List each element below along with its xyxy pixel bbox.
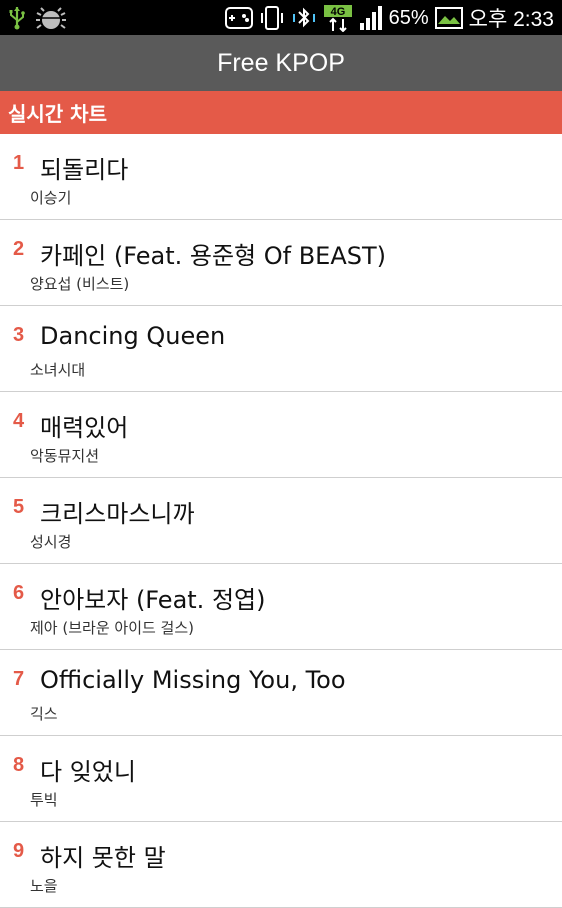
- song-title: 다 잊었니: [40, 758, 136, 786]
- signal-icon: [359, 6, 382, 30]
- song-title: 크리스마스니까: [40, 500, 195, 528]
- chart-row[interactable]: 8 다 잊었니 투빅: [0, 736, 562, 822]
- section-title: 실시간 차트: [8, 102, 107, 126]
- song-title: 매력있어: [40, 414, 129, 442]
- image-notification-icon: [434, 7, 463, 29]
- svg-text:4G: 4G: [330, 6, 345, 18]
- gamepad-icon: [224, 7, 253, 29]
- song-title: Officially Missing You, Too: [40, 666, 346, 694]
- network-4g-icon: 4G: [323, 5, 352, 32]
- rank-number: 1: [13, 152, 25, 174]
- chart-row[interactable]: 5 크리스마스니까 성시경: [0, 478, 562, 564]
- debug-bug-icon: [36, 7, 66, 29]
- artist-name: 노을: [30, 877, 58, 895]
- rank-number: 5: [13, 496, 25, 518]
- artist-name: 투빅: [30, 791, 58, 809]
- artist-name: 양요섭 (비스트): [30, 275, 130, 293]
- chart-row[interactable]: 7 Officially Missing You, Too 긱스: [0, 650, 562, 736]
- chart-row[interactable]: 9 하지 못한 말 노을: [0, 822, 562, 908]
- battery-percent: 65%: [388, 6, 429, 29]
- section-header: 실시간 차트: [0, 91, 562, 134]
- rank-number: 9: [13, 840, 25, 862]
- app-title: Free KPOP: [217, 48, 345, 77]
- status-bar: 4G 65% 오후 2:33: [0, 0, 562, 35]
- song-title: 카페인 (Feat. 용준형 Of BEAST): [40, 242, 387, 270]
- phone-vibrate-icon: [260, 6, 283, 30]
- rank-number: 8: [13, 754, 25, 776]
- clock: 오후 2:33: [468, 8, 554, 31]
- chart-row[interactable]: 4 매력있어 악동뮤지션: [0, 392, 562, 478]
- artist-name: 긱스: [30, 705, 58, 723]
- rank-number: 7: [13, 668, 25, 690]
- artist-name: 제아 (브라운 아이드 걸스): [30, 619, 195, 637]
- action-bar: Free KPOP: [0, 35, 562, 91]
- rank-number: 3: [13, 324, 25, 346]
- rank-number: 2: [13, 238, 25, 260]
- song-title: 되돌리다: [40, 156, 129, 184]
- chart-row[interactable]: 1 되돌리다 이승기: [0, 134, 562, 220]
- usb-icon: [9, 7, 25, 30]
- song-title: 안아보자 (Feat. 정엽): [40, 586, 266, 614]
- rank-number: 6: [13, 582, 25, 604]
- bluetooth-icon: [292, 7, 315, 28]
- song-title: Dancing Queen: [40, 322, 226, 350]
- artist-name: 성시경: [30, 533, 72, 551]
- chart-list: 1 되돌리다 이승기 2 카페인 (Feat. 용준형 Of BEAST) 양요…: [0, 134, 562, 908]
- chart-row[interactable]: 3 Dancing Queen 소녀시대: [0, 306, 562, 392]
- artist-name: 악동뮤지션: [30, 447, 100, 465]
- artist-name: 소녀시대: [30, 361, 86, 379]
- chart-row[interactable]: 2 카페인 (Feat. 용준형 Of BEAST) 양요섭 (비스트): [0, 220, 562, 306]
- song-title: 하지 못한 말: [40, 844, 166, 872]
- artist-name: 이승기: [30, 189, 72, 207]
- chart-row[interactable]: 6 안아보자 (Feat. 정엽) 제아 (브라운 아이드 걸스): [0, 564, 562, 650]
- rank-number: 4: [13, 410, 25, 432]
